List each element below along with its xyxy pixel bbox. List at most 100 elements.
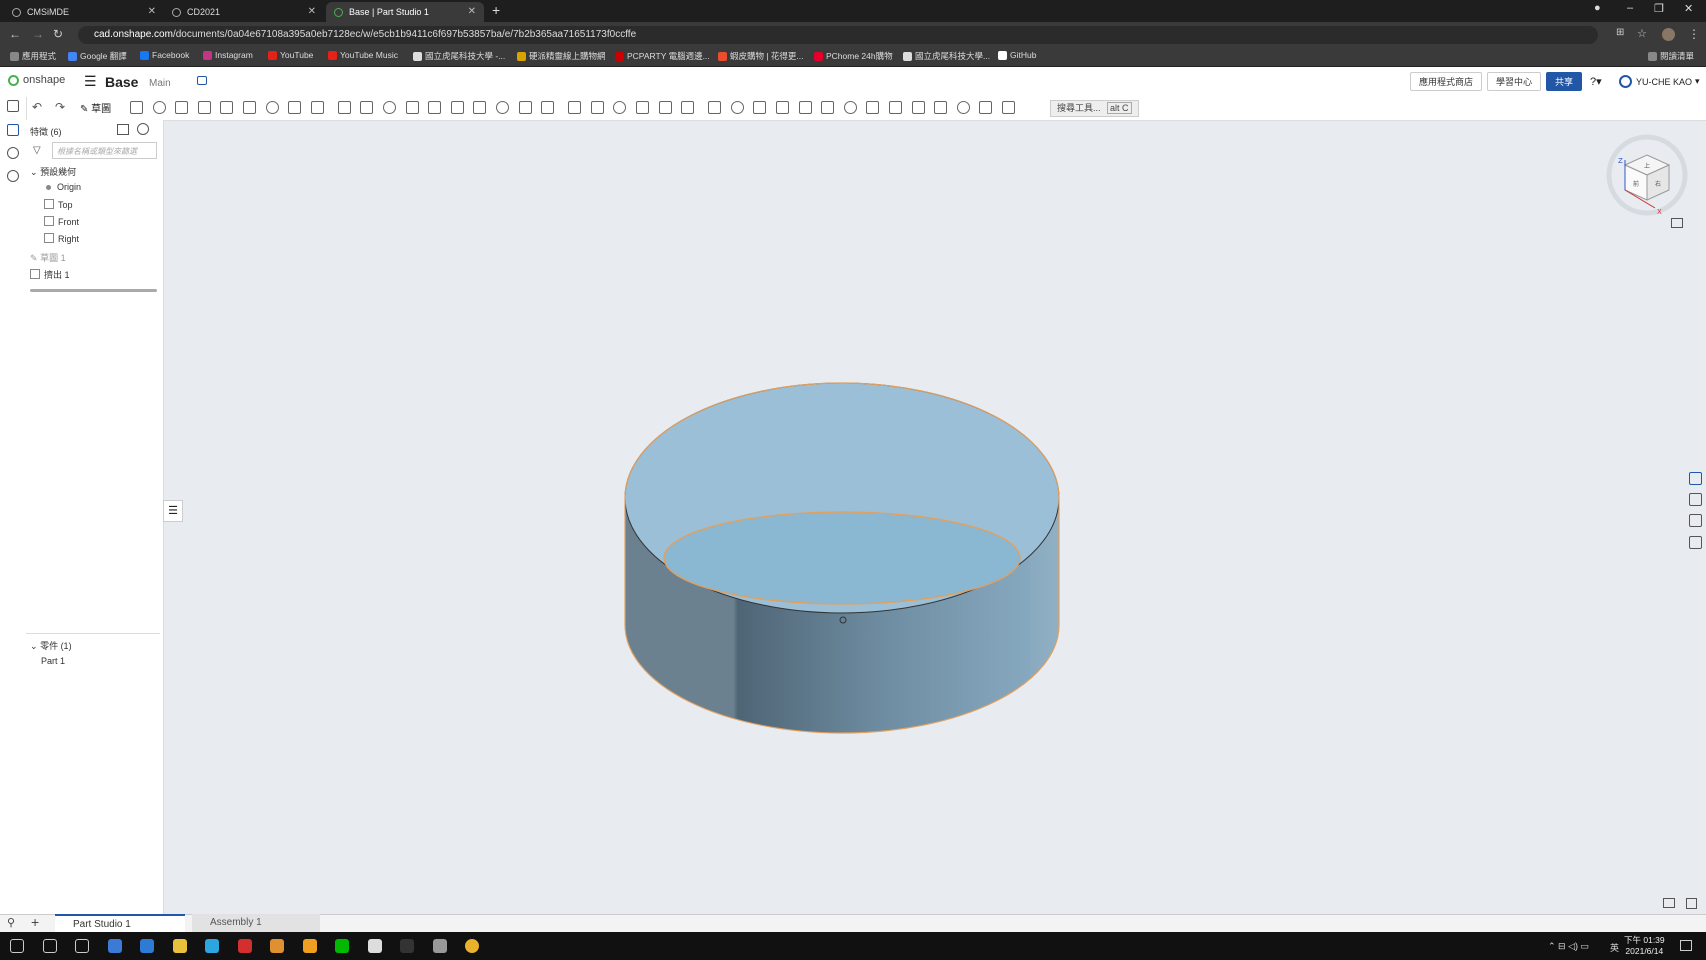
help-icon[interactable]: ?▾ <box>1590 75 1602 88</box>
enclose-tool-icon[interactable] <box>243 101 256 114</box>
minimize-icon[interactable]: – <box>1627 2 1633 14</box>
feature-sketch[interactable]: ✎ 草圖 1 <box>30 251 66 264</box>
url-field[interactable]: cad.onshape.com/documents/0a04e67108a395… <box>78 26 1598 44</box>
mail-taskbar-icon[interactable] <box>140 939 154 953</box>
more-menu-icon[interactable]: ⋮ <box>1688 27 1700 41</box>
parts-group[interactable]: ⌄ 零件 (1) <box>30 639 72 652</box>
ime-indicator[interactable]: 英 <box>1610 941 1619 954</box>
window-close-icon[interactable]: ✕ <box>1684 2 1693 15</box>
bookmark-item[interactable]: 硬派精靈線上購物網 <box>517 50 606 62</box>
bend-tool-icon[interactable] <box>889 101 902 114</box>
move-face-tool-icon[interactable] <box>568 101 582 114</box>
bookmark-star-icon[interactable]: ☆ <box>1637 27 1647 40</box>
feature-list-scrollbar[interactable] <box>30 289 157 292</box>
rollback-clock-icon[interactable] <box>137 123 149 135</box>
appearance-panel-icon[interactable] <box>1689 472 1702 485</box>
collapse-list-icon[interactable]: ☰ <box>163 500 183 522</box>
transform-tool-icon[interactable] <box>496 101 509 114</box>
tab-part-studio-1[interactable]: Part Studio 1 <box>55 914 185 932</box>
back-icon[interactable]: ← <box>9 27 21 41</box>
bookmark-item[interactable]: YouTube <box>268 50 313 60</box>
display-mode-icon[interactable] <box>1663 898 1675 908</box>
view-options-cube-icon[interactable] <box>1671 218 1683 228</box>
variables-icon[interactable] <box>1689 536 1702 549</box>
pattern-tool-icon[interactable] <box>405 101 419 114</box>
browser-tab-base-part-studio[interactable]: Base | Part Studio 1 ✕ <box>326 2 484 22</box>
close-tab-icon[interactable]: ✕ <box>308 6 316 17</box>
app-taskbar-icon[interactable] <box>302 939 317 953</box>
reload-icon[interactable]: ↻ <box>53 27 63 41</box>
history-icon[interactable] <box>7 170 19 182</box>
fillet-tool-icon[interactable] <box>265 101 279 114</box>
helix-tool-icon[interactable] <box>681 101 695 114</box>
document-title[interactable]: Base <box>105 74 138 90</box>
reading-list[interactable]: 閱讀清單 <box>1648 50 1694 62</box>
modify-fillet-tool-icon[interactable] <box>541 101 555 114</box>
tab-assembly-1[interactable]: Assembly 1 <box>192 914 320 932</box>
search-tools-input[interactable]: 搜尋工具... alt C <box>1050 100 1139 117</box>
notifications-icon[interactable] <box>1680 940 1692 951</box>
derived-tool-icon[interactable] <box>753 101 767 114</box>
search-taskbar-icon[interactable] <box>42 939 57 953</box>
search-tabs-icon[interactable]: ⚲ <box>7 916 15 929</box>
branch-label[interactable]: Main <box>149 78 171 89</box>
panel-divider[interactable] <box>26 633 160 634</box>
restore-icon[interactable]: ❐ <box>1654 2 1664 15</box>
part-3d-model[interactable] <box>600 370 1080 740</box>
part-item[interactable]: Part 1 <box>41 656 65 666</box>
unfold-tool-icon[interactable] <box>934 101 948 114</box>
draft-tool-icon[interactable] <box>310 101 324 114</box>
hole-tool-icon[interactable] <box>383 101 396 114</box>
taskbar-clock[interactable]: 下午 01:39 2021/6/14 <box>1624 935 1665 957</box>
insert-icon[interactable] <box>7 124 19 136</box>
finish-tool-icon[interactable] <box>979 101 993 114</box>
onshape-logo[interactable]: onshape <box>8 74 65 86</box>
tab-tool-icon[interactable] <box>843 101 857 114</box>
app-taskbar-icon[interactable] <box>270 939 284 953</box>
boundary-tool-icon[interactable] <box>636 101 649 114</box>
bookmark-item[interactable]: Instagram <box>203 50 253 60</box>
browser-tab-cd2021[interactable]: CD2021 ✕ <box>164 2 324 22</box>
sheet-metal-tool-icon[interactable] <box>776 101 789 114</box>
measure-tool-icon[interactable] <box>1002 101 1015 114</box>
bookmark-item[interactable]: PChome 24h購物 <box>814 50 893 62</box>
mate-connector-tool-icon[interactable] <box>708 101 722 114</box>
delete-part-tool-icon[interactable] <box>518 101 532 114</box>
bookmark-item[interactable]: Facebook <box>140 50 189 60</box>
avatar[interactable] <box>1662 28 1675 41</box>
feature-plane-top[interactable]: Top <box>44 199 73 210</box>
add-folder-icon[interactable] <box>117 124 129 135</box>
store-taskbar-icon[interactable] <box>107 939 122 953</box>
app-store-button[interactable]: 應用程式商店 <box>1410 72 1483 91</box>
bookmark-item[interactable]: 應用程式 <box>10 50 56 62</box>
bookmark-item[interactable]: 蝦皮購物 | 花得更... <box>718 50 804 62</box>
default-geometry-group[interactable]: ⌄ 預設幾何 <box>30 165 76 178</box>
view-cube[interactable]: 上 前 右 Z X <box>1605 130 1695 230</box>
bookmark-item[interactable]: PCPARTY 電腦週邊... <box>615 50 710 62</box>
mirror-tool-icon[interactable] <box>428 101 442 114</box>
file-explorer-taskbar-icon[interactable] <box>172 939 187 953</box>
split-tool-icon[interactable] <box>473 101 487 114</box>
flange-tool-icon[interactable] <box>821 101 835 114</box>
line-taskbar-icon[interactable] <box>335 939 349 953</box>
undo-icon[interactable]: ↶ <box>32 100 42 114</box>
close-tab-icon[interactable]: ✕ <box>468 6 476 17</box>
thicken-tool-icon[interactable] <box>220 101 234 114</box>
loft-tool-icon[interactable] <box>197 101 211 114</box>
revolve-tool-icon[interactable] <box>152 101 166 114</box>
bookmark-item[interactable]: YouTube Music <box>328 50 398 60</box>
system-tray-icons[interactable]: ⌃ ⊟ ◁) ▭ <box>1548 941 1589 952</box>
rib-tool-icon[interactable] <box>337 101 351 114</box>
feature-list-icon[interactable] <box>7 100 19 112</box>
plane-tool-icon[interactable] <box>658 101 672 114</box>
chamfer-tool-icon[interactable] <box>288 101 302 114</box>
bookmark-item[interactable]: 國立虎尾科技大學 -... <box>413 50 505 62</box>
feature-filter-input[interactable]: 根據名稱或類型來篩選 <box>52 142 157 159</box>
sketch-tool-button[interactable]: ✎ 草圖 <box>80 100 111 115</box>
hamburger-menu-icon[interactable]: ☰ <box>84 73 97 90</box>
feature-plane-right[interactable]: Right <box>44 233 79 244</box>
bookmark-item[interactable]: GitHub <box>998 50 1036 60</box>
variable-tool-icon[interactable] <box>730 101 744 114</box>
corner-tool-icon[interactable] <box>866 101 880 114</box>
form-tool-icon[interactable] <box>911 101 925 114</box>
